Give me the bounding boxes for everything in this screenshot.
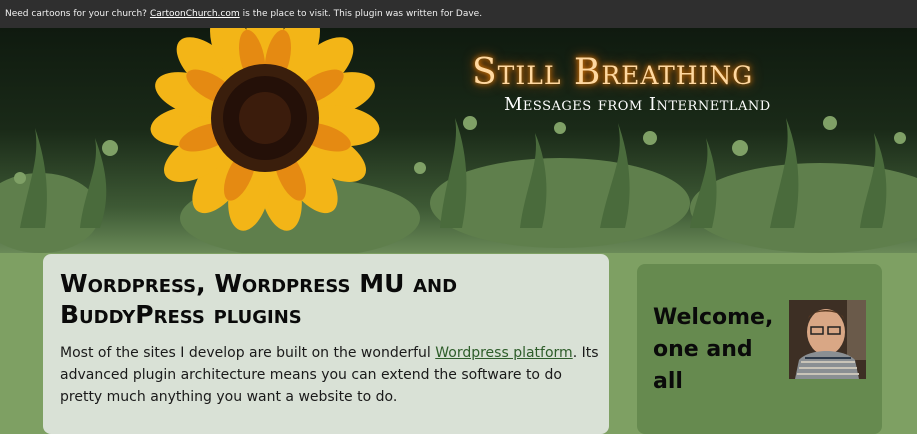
notice-suffix: is the place to visit. This plugin was w…	[242, 9, 483, 19]
welcome-heading: Welcome, one and all	[653, 305, 774, 394]
post-body: Most of the sites I develop are built on…	[60, 342, 600, 408]
notice-prefix: Need cartoons for your church?	[5, 9, 147, 19]
sunflower-illustration	[150, 28, 380, 231]
sidebar-widget: Welcome, one and all	[637, 264, 882, 434]
site-title[interactable]: Still Breathing	[472, 52, 753, 93]
cartoonchurch-link[interactable]: CartoonChurch.com	[150, 9, 240, 19]
post-title: Wordpress, Wordpress MU and BuddyPress p…	[60, 269, 458, 329]
profile-photo	[789, 300, 866, 379]
post-card: Wordpress, Wordpress MU and BuddyPress p…	[43, 254, 609, 434]
notice-bar: Need cartoons for your church? CartoonCh…	[0, 0, 917, 28]
post-body-prefix: Most of the sites I develop are built on…	[60, 345, 431, 361]
wordpress-platform-link[interactable]: Wordpress platform	[435, 345, 572, 361]
avatar	[789, 300, 866, 379]
site-tagline: Messages from Internetland	[504, 94, 771, 115]
site-header: Still Breathing Messages from Internetla…	[0, 28, 917, 253]
